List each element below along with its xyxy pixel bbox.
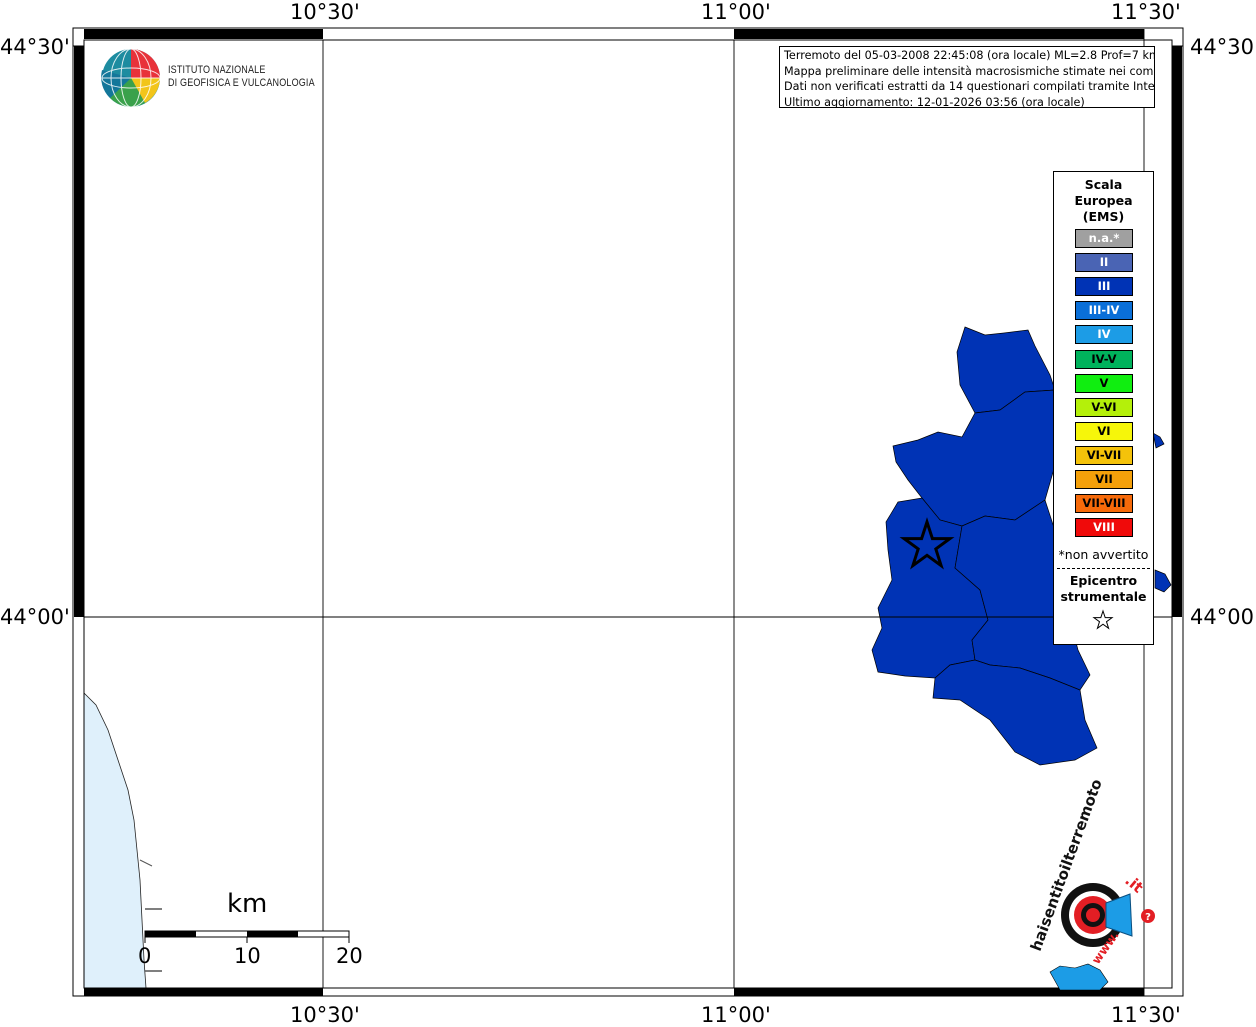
ingv-globe-icon xyxy=(101,48,161,108)
legend-swatch: IV xyxy=(1075,325,1133,345)
legend-note: *non avvertito xyxy=(1058,547,1149,562)
legend-swatch: II xyxy=(1075,253,1133,273)
scale-tick-0: 0 xyxy=(138,944,152,968)
svg-text:?: ? xyxy=(1145,912,1151,923)
scale-tick-20: 20 xyxy=(336,944,363,968)
legend-epicenter-line1: Epicentro xyxy=(1069,573,1138,588)
legend-swatch: VIII xyxy=(1075,518,1133,538)
legend-star-icon xyxy=(1092,609,1114,630)
legend-swatch: IV-V xyxy=(1075,349,1133,369)
legend-title: Scala Europea (EMS) xyxy=(1054,177,1153,225)
legend-swatch: VI-VII xyxy=(1075,445,1133,465)
legend-swatch: V xyxy=(1075,373,1133,393)
legend-epicenter-line2: strumentale xyxy=(1060,589,1147,604)
scale-tick-10: 10 xyxy=(234,944,261,968)
legend-swatch: n.a.* xyxy=(1075,229,1133,248)
institute-name: ISTITUTO NAZIONALE DI GEOFISICA E VULCAN… xyxy=(168,64,315,90)
lon-label-bottom-1100: 11°00' xyxy=(701,1003,771,1027)
lat-label-left-4430: 44°30' xyxy=(0,35,70,59)
legend-swatch: V-VI xyxy=(1075,397,1133,417)
legend-swatch: VII-VIII xyxy=(1075,494,1133,514)
badge-suffix-text: .it xyxy=(1121,871,1146,896)
event-info-line4: Ultimo aggiornamento: 12-01-2026 03:56 (… xyxy=(784,95,1085,108)
lon-label-top-1100: 11°00' xyxy=(701,0,771,24)
event-info-line1: Terremoto del 05-03-2008 22:45:08 (ora l… xyxy=(784,49,1155,62)
legend-title-line1: Scala xyxy=(1084,177,1123,192)
municipality-islet-2 xyxy=(1154,569,1172,593)
lon-label-bottom-1030: 10°30' xyxy=(290,1003,360,1027)
municipality-islet-1 xyxy=(1152,432,1165,449)
legend-divider xyxy=(1057,568,1150,569)
legend-swatch: III xyxy=(1075,277,1133,297)
legend-swatch: VI xyxy=(1075,421,1133,441)
lat-label-left-4400: 44°00' xyxy=(0,605,70,629)
lat-label-right-4400: 44°00' xyxy=(1190,605,1256,629)
sea-area xyxy=(83,692,147,989)
ems-legend: Scala Europea (EMS) n.a.* II III III-IV IV IV… xyxy=(1053,171,1154,645)
scale-bar xyxy=(144,930,350,943)
coast-jetty xyxy=(139,859,153,867)
event-info-box: Terremoto del 05-03-2008 22:45:08 (ora l… xyxy=(779,46,1155,108)
legend-epicenter-label: Epicentro strumentale xyxy=(1054,573,1153,605)
lat-label-right-4430: 44°30' xyxy=(1190,35,1256,59)
scale-unit-label: km xyxy=(227,889,268,919)
legend-title-line2: Europea xyxy=(1074,193,1133,208)
legend-title-line3: (EMS) xyxy=(1082,209,1125,224)
legend-swatch: III-IV xyxy=(1075,301,1133,321)
megaphone-target-icon: ? xyxy=(1049,883,1155,991)
institute-name-line1: ISTITUTO NAZIONALE xyxy=(168,64,266,76)
event-info-line3: Dati non verificati estratti da 14 quest… xyxy=(784,80,1155,93)
lon-label-top-1130: 11°30' xyxy=(1111,0,1181,24)
lon-label-bottom-1130: 11°30' xyxy=(1111,1003,1181,1027)
legend-swatch: VII xyxy=(1075,470,1133,489)
event-info-line2: Mappa preliminare delle intensità macros… xyxy=(784,64,1155,78)
institute-name-line2: DI GEOFISICA E VULCANOLOGIA xyxy=(168,77,315,89)
lon-label-top-1030: 10°30' xyxy=(290,0,360,24)
